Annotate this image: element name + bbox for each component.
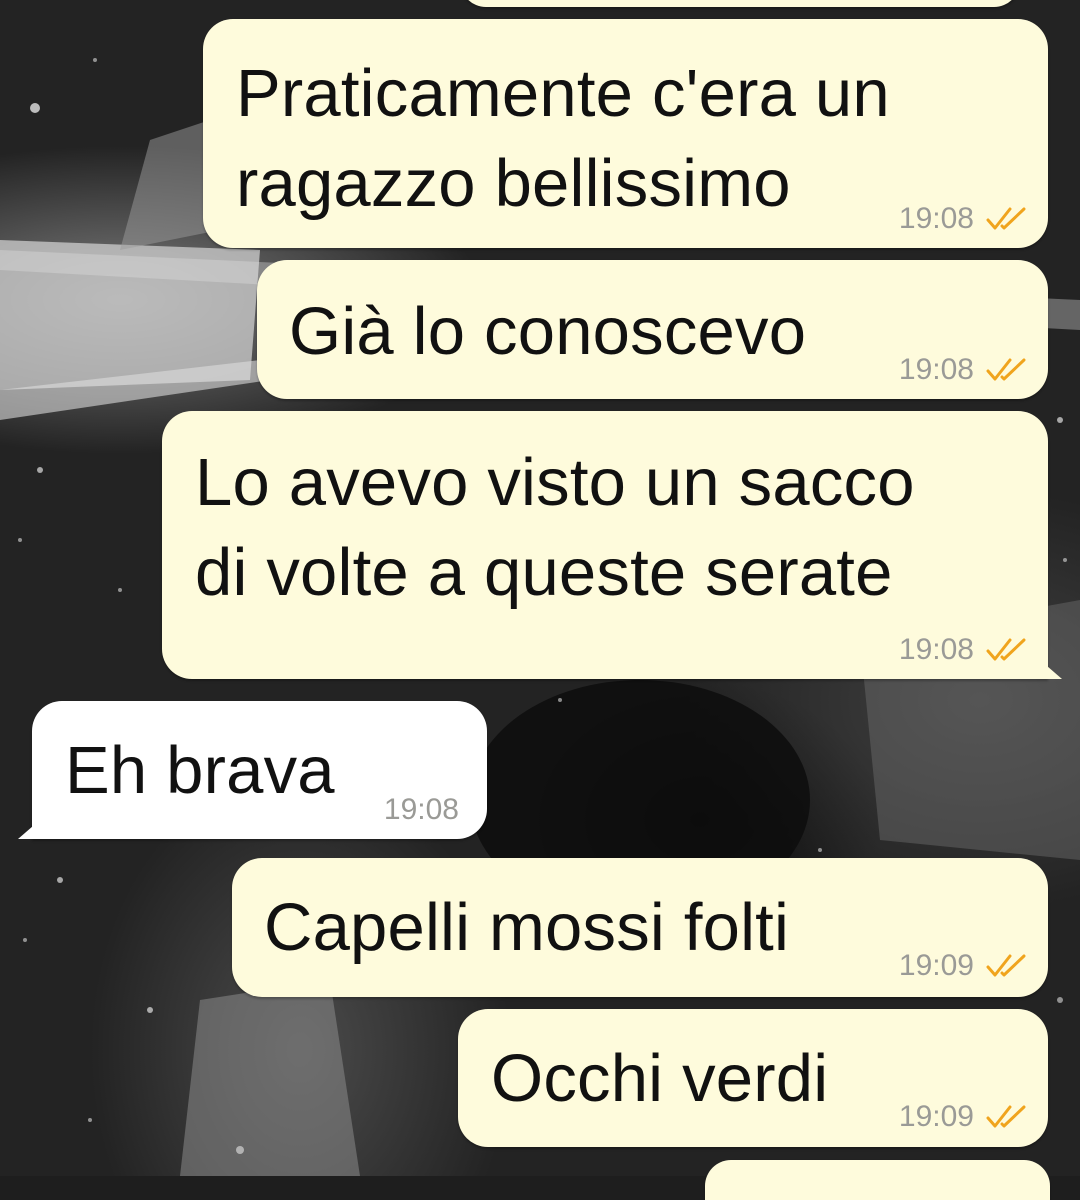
message-time: 19:08 [898, 202, 974, 235]
outgoing-message-bubble[interactable]: Occhi verdi 19:09 [458, 1009, 1048, 1147]
message-text: Occhi verdi [491, 1041, 829, 1116]
message-meta: 19:08 [384, 793, 459, 827]
incoming-message-bubble[interactable]: Eh brava 19:08 [18, 701, 487, 839]
partial-message-bubble-bottom[interactable] [705, 1160, 1050, 1200]
message-meta: 19:09 [899, 1100, 1028, 1134]
message-meta: 19:08 [899, 202, 1028, 236]
message-text: Eh brava [65, 733, 335, 808]
message-meta: 19:08 [899, 633, 1028, 667]
message-text: Già lo conoscevo [289, 294, 807, 369]
message-time: 19:09 [898, 949, 974, 982]
double-check-icon [986, 207, 1026, 230]
double-check-icon [986, 358, 1026, 381]
outgoing-message-bubble[interactable]: Lo avevo visto un sacco di volte a quest… [162, 411, 1062, 679]
message-time: 19:09 [898, 1100, 974, 1133]
outgoing-message-bubble[interactable]: Praticamente c'era un ragazzo bellissimo… [203, 19, 1048, 248]
message-meta: 19:09 [899, 949, 1028, 983]
message-meta: 19:08 [899, 353, 1028, 387]
message-time: 19:08 [898, 353, 974, 386]
double-check-icon [986, 638, 1026, 661]
message-time: 19:08 [383, 793, 459, 826]
partial-message-bubble-top[interactable] [460, 0, 1020, 7]
outgoing-message-bubble[interactable]: Capelli mossi folti 19:09 [232, 858, 1048, 997]
outgoing-message-bubble[interactable]: Già lo conoscevo 19:08 [257, 260, 1048, 399]
message-text: Lo avevo visto un sacco di volte a quest… [195, 445, 915, 610]
message-text: Praticamente c'era un ragazzo bellissimo [236, 56, 890, 221]
double-check-icon [986, 954, 1026, 977]
message-text: Capelli mossi folti [264, 890, 790, 965]
message-time: 19:08 [898, 633, 974, 666]
double-check-icon [986, 1105, 1026, 1128]
